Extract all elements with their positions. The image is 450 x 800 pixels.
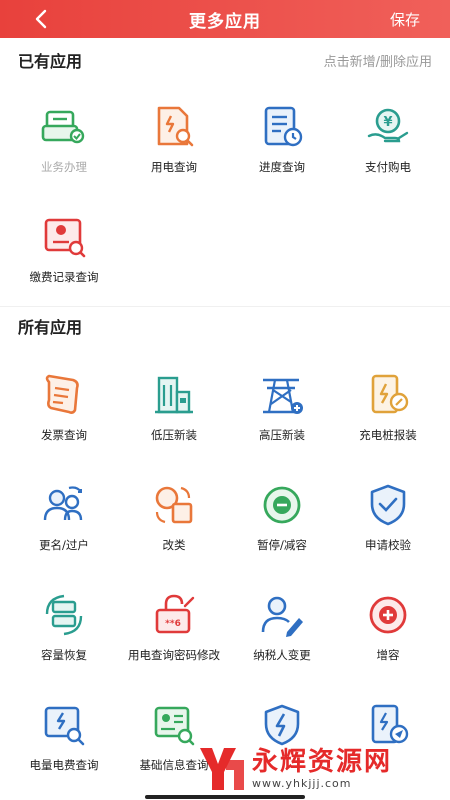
app-usage-query[interactable]: 用电查询 <box>118 96 230 186</box>
bill-query-icon <box>44 706 85 746</box>
add-capacity-icon <box>369 596 407 634</box>
section-divider <box>0 306 450 307</box>
app-label: 申请校验 <box>365 538 411 552</box>
owned-apps-header: 已有应用 点击新增/删除应用 <box>0 46 450 74</box>
verify-shield-icon <box>370 484 406 526</box>
all-apps-header: 所有应用 <box>0 312 450 340</box>
app-label: 用电查询密码修改 <box>128 648 220 662</box>
payment-record-icon <box>44 218 86 258</box>
save-button[interactable]: 保存 <box>390 9 420 30</box>
app-label: 增容 <box>376 648 400 662</box>
app-business[interactable]: 业务办理 <box>8 96 120 186</box>
app-label: 充电桩报装 <box>359 428 417 442</box>
app-taxpayer[interactable]: 纳税人变更 <box>226 584 338 674</box>
charging-pile-icon <box>371 374 409 414</box>
app-label: 暂停/减容 <box>257 538 307 552</box>
home-indicator[interactable] <box>145 795 305 799</box>
rename-transfer-icon <box>43 486 83 521</box>
svg-text:**6: **6 <box>165 619 181 629</box>
app-verify[interactable]: 申请校验 <box>332 474 444 564</box>
app-password-change[interactable]: **6 用电查询密码修改 <box>118 584 230 674</box>
watermark-text: 永辉资源网 www.yhkjjj.com <box>252 747 392 790</box>
page-title: 更多应用 <box>189 11 261 32</box>
app-label: 业务办理 <box>41 160 87 174</box>
watermark-logo-icon <box>200 748 244 790</box>
app-label: 纳税人变更 <box>253 648 311 662</box>
low-voltage-icon <box>155 376 193 414</box>
capacity-restore-icon <box>45 594 83 636</box>
app-label: 改类 <box>162 538 186 552</box>
invoice-icon <box>45 374 79 414</box>
app-low-voltage[interactable]: 低压新装 <box>118 364 230 454</box>
progress-query-icon <box>264 106 303 147</box>
watermark-title: 永辉资源网 <box>252 746 393 777</box>
app-payment[interactable]: ¥ 支付购电 <box>332 96 444 186</box>
app-add-capacity[interactable]: 增容 <box>332 584 444 674</box>
app-charging-pile[interactable]: 充电桩报装 <box>332 364 444 454</box>
password-lock-icon: **6 <box>155 594 195 634</box>
app-high-voltage[interactable]: 高压新装 <box>226 364 338 454</box>
taxpayer-icon <box>261 596 303 637</box>
app-label: 高压新装 <box>259 428 305 442</box>
app-label: 缴费记录查询 <box>29 270 99 284</box>
all-apps-title: 所有应用 <box>18 318 83 337</box>
app-label: 更名/过户 <box>39 538 89 552</box>
app-payment-record[interactable]: 缴费记录查询 <box>8 206 120 296</box>
info-card-icon <box>154 706 195 746</box>
app-rename-transfer[interactable]: 更名/过户 <box>8 474 120 564</box>
back-button[interactable] <box>30 6 52 32</box>
app-progress-query[interactable]: 进度查询 <box>226 96 338 186</box>
app-label: 低压新装 <box>151 428 197 442</box>
app-label: 容量恢复 <box>41 648 87 662</box>
svg-text:¥: ¥ <box>383 115 392 130</box>
app-label: 电量电费查询 <box>29 758 99 772</box>
high-voltage-icon <box>263 378 303 414</box>
watermark-url: www.yhkjjj.com <box>252 776 352 790</box>
usage-query-icon <box>157 106 194 147</box>
owned-apps-title: 已有应用 <box>18 52 83 71</box>
top-bar: 更多应用 保存 <box>0 0 450 38</box>
app-label: 支付购电 <box>365 160 411 174</box>
payment-icon: ¥ <box>367 108 409 143</box>
app-label: 发票查询 <box>41 428 87 442</box>
watermark: 永辉资源网 www.yhkjjj.com <box>196 738 446 798</box>
app-pause[interactable]: 暂停/减容 <box>226 474 338 564</box>
edit-hint[interactable]: 点击新增/删除应用 <box>324 51 432 70</box>
app-change-category[interactable]: 改类 <box>118 474 230 564</box>
back-arrow-icon <box>35 9 47 29</box>
change-category-icon <box>155 486 193 524</box>
app-label: 用电查询 <box>151 160 197 174</box>
business-icon <box>41 110 85 144</box>
pause-icon <box>263 486 301 524</box>
app-bill-query[interactable]: 电量电费查询 <box>8 694 120 784</box>
app-label: 进度查询 <box>259 160 305 174</box>
app-capacity-restore[interactable]: 容量恢复 <box>8 584 120 674</box>
app-invoice[interactable]: 发票查询 <box>8 364 120 454</box>
